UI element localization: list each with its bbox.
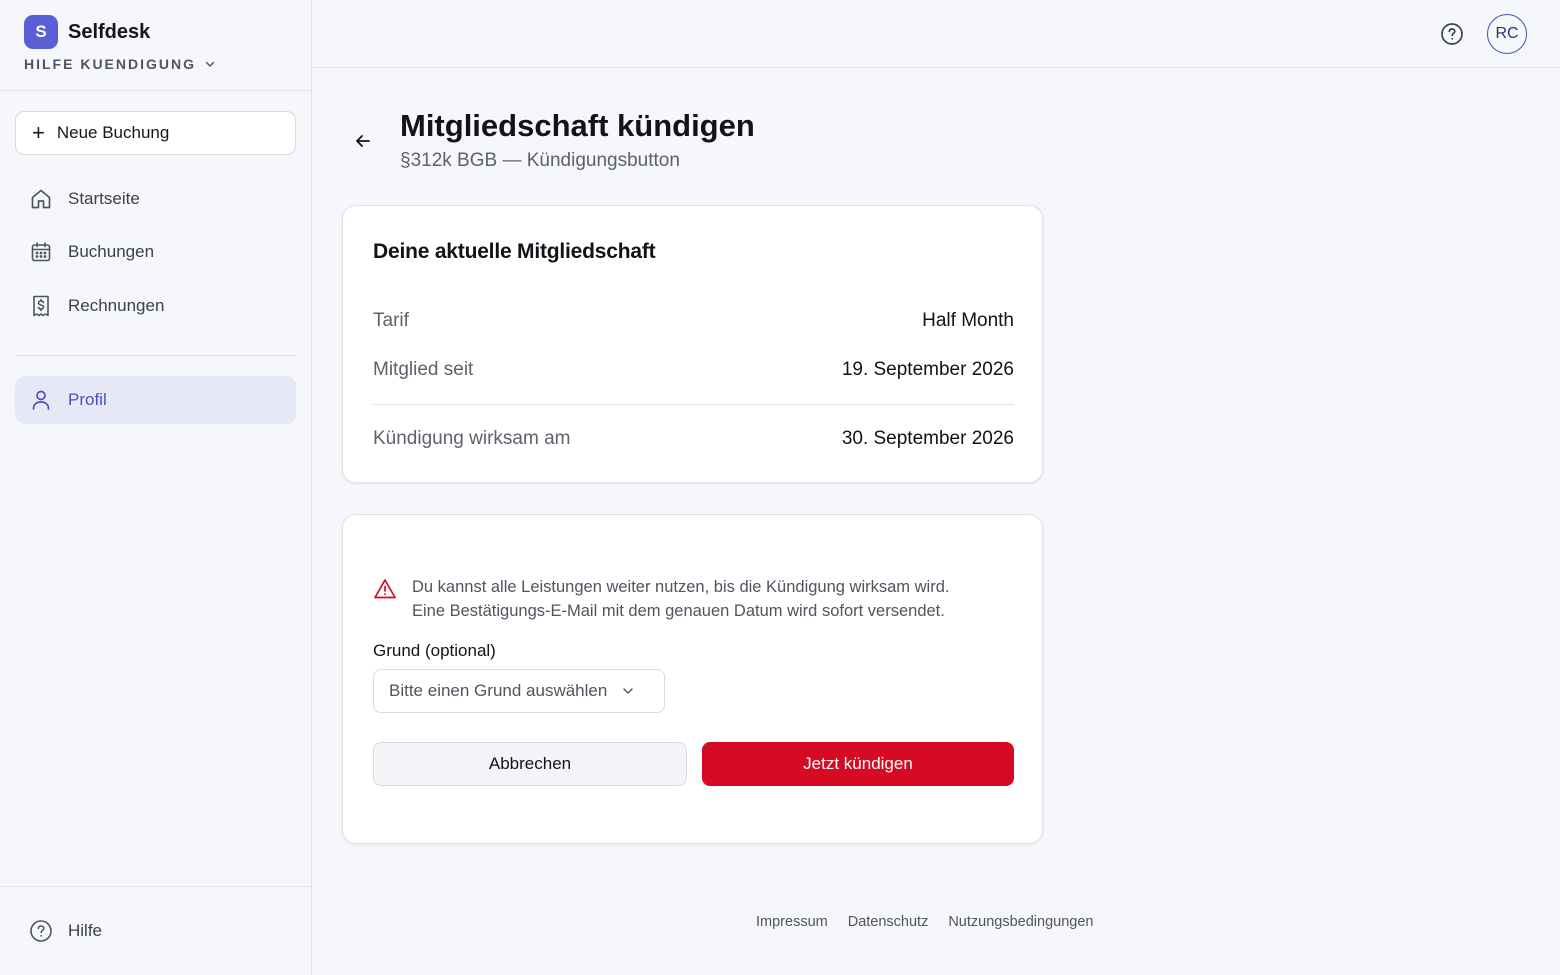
brand-name: Selfdesk <box>68 20 151 43</box>
new-booking-button[interactable]: + Neue Buchung <box>15 111 296 155</box>
sidebar-item-label: Hilfe <box>68 921 103 940</box>
sidebar: S Selfdesk HILFE KUENDIGUNG + Neue Buchu… <box>0 0 312 975</box>
membership-card: Deine aktuelle Mitgliedschaft Tarif Half… <box>342 205 1043 483</box>
sidebar-item-label: Rechnungen <box>68 296 165 315</box>
page-title: Mitgliedschaft kündigen <box>400 108 755 143</box>
effective-date-value: 30. September 2026 <box>841 428 1014 449</box>
user-icon <box>32 390 50 410</box>
page-subtitle: §312k BGB — Kündigungsbutton <box>400 150 680 171</box>
warning-triangle-icon <box>374 579 396 599</box>
sidebar-item-buchungen[interactable]: Buchungen <box>15 228 296 276</box>
brand[interactable]: S Selfdesk <box>24 15 150 49</box>
new-booking-label: Neue Buchung <box>56 123 170 142</box>
member-since-value: 19. September 2026 <box>841 359 1014 380</box>
calendar-icon <box>31 242 51 262</box>
brand-logo: S <box>24 15 58 49</box>
sidebar-item-profil[interactable]: Profil <box>15 376 296 424</box>
sidebar-item-label: Startseite <box>68 189 140 208</box>
help-circle-icon <box>30 920 52 942</box>
footer-link-impressum[interactable]: Impressum <box>756 914 828 930</box>
cancel-button[interactable]: Abbrechen <box>373 742 687 786</box>
membership-card-title: Deine aktuelle Mitgliedschaft <box>373 240 656 263</box>
warning-line: Du kannst alle Leistungen weiter nutzen,… <box>412 578 950 596</box>
home-icon <box>31 189 51 209</box>
workspace-name: HILFE KUENDIGUNG <box>24 56 196 72</box>
reason-select[interactable]: Bitte einen Grund auswählen <box>373 669 665 713</box>
invoice-icon <box>33 295 49 317</box>
help-circle-icon <box>1441 23 1463 45</box>
topbar: RC <box>312 0 1560 68</box>
avatar[interactable]: RC <box>1487 14 1527 54</box>
divider <box>15 355 296 356</box>
confirm-cancellation-button[interactable]: Jetzt kündigen <box>702 742 1014 786</box>
footer-link-datenschutz[interactable]: Datenschutz <box>848 914 929 930</box>
member-since-row: Mitglied seit 19. September 2026 <box>373 359 1014 381</box>
sidebar-item-label: Buchungen <box>68 242 155 261</box>
arrow-left-icon <box>356 135 370 147</box>
footer: Impressum Datenschutz Nutzungsbedingunge… <box>756 914 1113 930</box>
chevron-down-icon <box>205 61 215 67</box>
help-button[interactable] <box>1440 22 1464 46</box>
reason-select-value: Bitte einen Grund auswählen <box>389 681 608 700</box>
divider <box>0 886 311 887</box>
warning-notice: Du kannst alle Leistungen weiter nutzen,… <box>373 575 1014 623</box>
tariff-value: Half Month <box>922 310 1014 331</box>
chevron-down-icon <box>623 688 634 694</box>
sidebar-item-startseite[interactable]: Startseite <box>15 175 296 223</box>
member-since-label: Mitglied seit <box>373 359 474 380</box>
divider <box>0 90 311 91</box>
footer-link-nutzungsbedingungen[interactable]: Nutzungsbedingungen <box>948 914 1093 930</box>
plus-icon: + <box>32 120 45 145</box>
tariff-row: Tarif Half Month <box>373 310 1014 332</box>
workspace-switcher[interactable]: HILFE KUENDIGUNG <box>24 56 216 72</box>
divider <box>373 404 1014 405</box>
sidebar-item-label: Profil <box>68 390 107 409</box>
warning-text: Du kannst alle Leistungen weiter nutzen,… <box>412 575 949 623</box>
back-button[interactable] <box>352 130 374 152</box>
tariff-label: Tarif <box>373 310 409 331</box>
reason-label: Grund (optional) <box>373 641 496 660</box>
effective-date-row: Kündigung wirksam am 30. September 2026 <box>373 428 1014 450</box>
sidebar-item-hilfe[interactable]: Hilfe <box>15 907 296 955</box>
warning-line: Eine Bestätigungs-E-Mail mit dem genauen… <box>412 602 945 620</box>
effective-date-label: Kündigung wirksam am <box>373 428 571 449</box>
cancellation-card: Du kannst alle Leistungen weiter nutzen,… <box>342 514 1043 844</box>
sidebar-item-rechnungen[interactable]: Rechnungen <box>15 282 296 330</box>
